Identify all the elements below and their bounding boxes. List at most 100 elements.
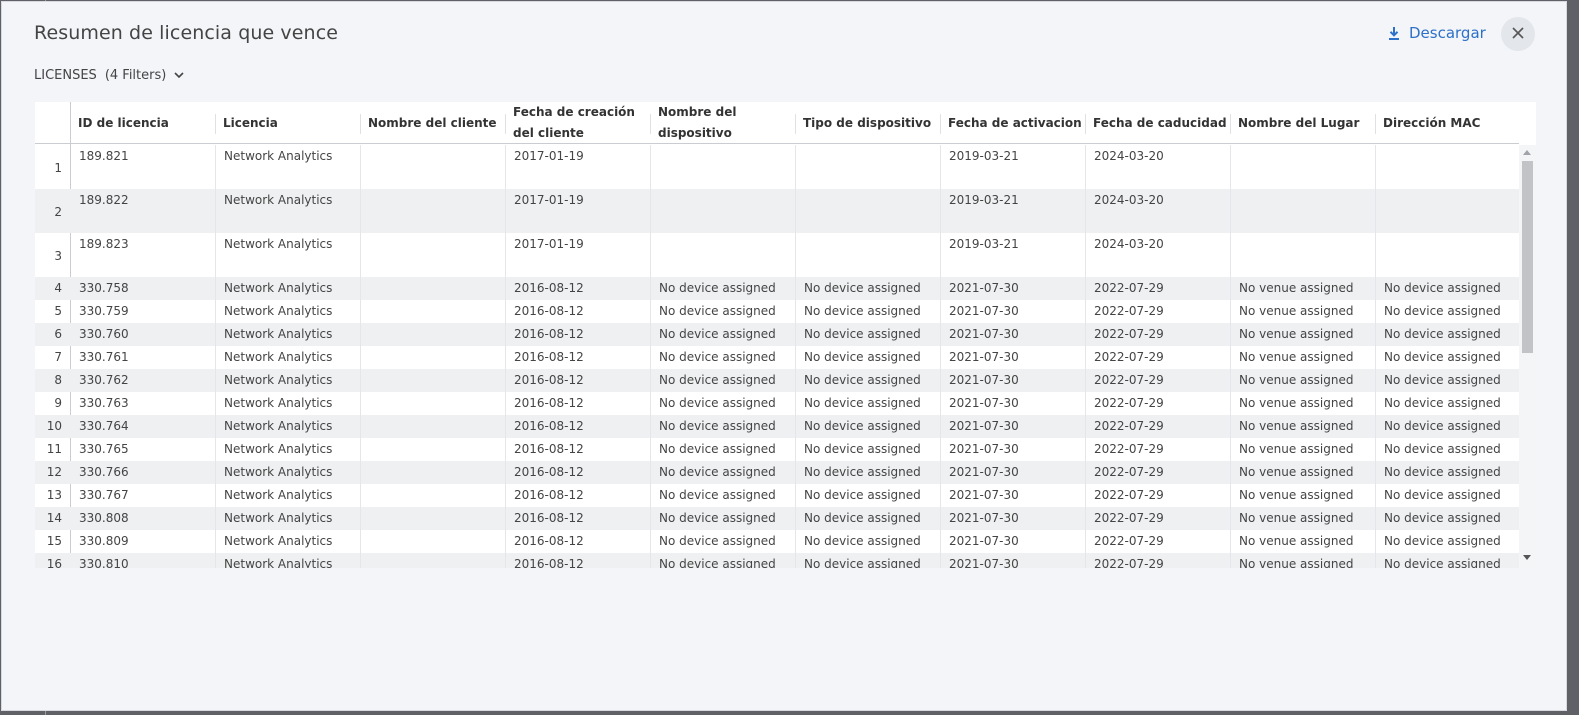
cell-license[interactable]: Network Analytics bbox=[215, 189, 360, 233]
cell-activation-date[interactable]: 2021-07-30 bbox=[940, 392, 1085, 415]
cell-license-id[interactable]: 330.761 bbox=[70, 346, 215, 369]
scroll-down-arrow-icon[interactable] bbox=[1523, 555, 1531, 560]
cell-expiry-date[interactable]: 2022-07-29 bbox=[1085, 392, 1230, 415]
table-row[interactable]: 5 330.759 Network Analytics 2016-08-12 No de… bbox=[35, 300, 1519, 323]
cell-device-name[interactable]: No device assigned bbox=[650, 530, 795, 553]
cell-license-id[interactable]: 330.763 bbox=[70, 392, 215, 415]
cell-mac-address[interactable]: No device assigned bbox=[1375, 438, 1520, 461]
cell-expiry-date[interactable]: 2022-07-29 bbox=[1085, 277, 1230, 300]
cell-venue-name[interactable]: No venue assigned bbox=[1230, 392, 1375, 415]
cell-license-id[interactable]: 330.810 bbox=[70, 553, 215, 568]
column-header-device-type[interactable]: Tipo de dispositivo bbox=[795, 102, 940, 144]
cell-activation-date[interactable]: 2021-07-30 bbox=[940, 553, 1085, 568]
cell-license-id[interactable]: 330.760 bbox=[70, 323, 215, 346]
table-row[interactable]: 8 330.762 Network Analytics 2016-08-12 No de… bbox=[35, 369, 1519, 392]
column-header-device-name[interactable]: Nombre del dispositivo bbox=[650, 102, 795, 144]
column-divider[interactable] bbox=[360, 114, 361, 134]
table-row[interactable]: 2 189.822 Network Analytics 2017-01-19 2019-… bbox=[35, 189, 1519, 233]
cell-license-id[interactable]: 330.767 bbox=[70, 484, 215, 507]
cell-venue-name[interactable]: No venue assigned bbox=[1230, 300, 1375, 323]
cell-device-name[interactable] bbox=[650, 189, 795, 233]
cell-venue-name[interactable]: No venue assigned bbox=[1230, 323, 1375, 346]
cell-device-type[interactable]: No device assigned bbox=[795, 530, 940, 553]
cell-expiry-date[interactable]: 2022-07-29 bbox=[1085, 415, 1230, 438]
cell-mac-address[interactable]: No device assigned bbox=[1375, 323, 1520, 346]
column-header-client-name[interactable]: Nombre del cliente bbox=[360, 102, 505, 144]
cell-activation-date[interactable]: 2021-07-30 bbox=[940, 323, 1085, 346]
cell-license[interactable]: Network Analytics bbox=[215, 346, 360, 369]
column-header-venue-name[interactable]: Nombre del Lugar bbox=[1230, 102, 1375, 144]
cell-device-type[interactable]: No device assigned bbox=[795, 277, 940, 300]
cell-client-created[interactable]: 2016-08-12 bbox=[505, 507, 650, 530]
cell-device-type[interactable]: No device assigned bbox=[795, 507, 940, 530]
column-header-mac-address[interactable]: Dirección MAC bbox=[1375, 102, 1520, 144]
cell-mac-address[interactable]: No device assigned bbox=[1375, 277, 1520, 300]
cell-client-created[interactable]: 2016-08-12 bbox=[505, 392, 650, 415]
cell-license-id[interactable]: 189.823 bbox=[70, 233, 215, 277]
cell-license-id[interactable]: 330.759 bbox=[70, 300, 215, 323]
cell-device-name[interactable]: No device assigned bbox=[650, 461, 795, 484]
cell-venue-name[interactable]: No venue assigned bbox=[1230, 507, 1375, 530]
cell-device-name[interactable]: No device assigned bbox=[650, 277, 795, 300]
cell-expiry-date[interactable]: 2024-03-20 bbox=[1085, 233, 1230, 277]
cell-mac-address[interactable]: No device assigned bbox=[1375, 530, 1520, 553]
column-divider[interactable] bbox=[1085, 114, 1086, 134]
cell-device-type[interactable]: No device assigned bbox=[795, 369, 940, 392]
cell-venue-name[interactable]: No venue assigned bbox=[1230, 346, 1375, 369]
cell-device-type[interactable]: No device assigned bbox=[795, 415, 940, 438]
cell-activation-date[interactable]: 2021-07-30 bbox=[940, 530, 1085, 553]
table-row[interactable]: 16 330.810 Network Analytics 2016-08-12 No d… bbox=[35, 553, 1519, 568]
cell-mac-address[interactable]: No device assigned bbox=[1375, 553, 1520, 568]
cell-client-name[interactable] bbox=[360, 233, 505, 277]
cell-client-created[interactable]: 2017-01-19 bbox=[505, 233, 650, 277]
cell-license[interactable]: Network Analytics bbox=[215, 300, 360, 323]
cell-client-name[interactable] bbox=[360, 438, 505, 461]
column-divider[interactable] bbox=[940, 114, 941, 134]
cell-mac-address[interactable] bbox=[1375, 145, 1520, 189]
table-row[interactable]: 12 330.766 Network Analytics 2016-08-12 No d… bbox=[35, 461, 1519, 484]
cell-license-id[interactable]: 189.822 bbox=[70, 189, 215, 233]
cell-client-name[interactable] bbox=[360, 189, 505, 233]
cell-license-id[interactable]: 330.809 bbox=[70, 530, 215, 553]
cell-client-created[interactable]: 2016-08-12 bbox=[505, 461, 650, 484]
table-row[interactable]: 10 330.764 Network Analytics 2016-08-12 No d… bbox=[35, 415, 1519, 438]
cell-expiry-date[interactable]: 2022-07-29 bbox=[1085, 369, 1230, 392]
cell-device-name[interactable]: No device assigned bbox=[650, 300, 795, 323]
column-divider[interactable] bbox=[215, 114, 216, 134]
cell-venue-name[interactable] bbox=[1230, 145, 1375, 189]
cell-license[interactable]: Network Analytics bbox=[215, 369, 360, 392]
cell-device-name[interactable]: No device assigned bbox=[650, 369, 795, 392]
cell-venue-name[interactable]: No venue assigned bbox=[1230, 461, 1375, 484]
cell-device-type[interactable]: No device assigned bbox=[795, 461, 940, 484]
table-row[interactable]: 6 330.760 Network Analytics 2016-08-12 No de… bbox=[35, 323, 1519, 346]
cell-device-type[interactable] bbox=[795, 233, 940, 277]
cell-expiry-date[interactable]: 2022-07-29 bbox=[1085, 507, 1230, 530]
table-row[interactable]: 3 189.823 Network Analytics 2017-01-19 2019-… bbox=[35, 233, 1519, 277]
cell-license[interactable]: Network Analytics bbox=[215, 484, 360, 507]
cell-expiry-date[interactable]: 2022-07-29 bbox=[1085, 530, 1230, 553]
cell-client-created[interactable]: 2017-01-19 bbox=[505, 145, 650, 189]
column-divider[interactable] bbox=[1230, 114, 1231, 134]
column-divider[interactable] bbox=[505, 114, 506, 134]
cell-activation-date[interactable]: 2021-07-30 bbox=[940, 438, 1085, 461]
cell-activation-date[interactable]: 2019-03-21 bbox=[940, 233, 1085, 277]
cell-client-created[interactable]: 2016-08-12 bbox=[505, 323, 650, 346]
cell-device-type[interactable]: No device assigned bbox=[795, 438, 940, 461]
cell-device-name[interactable] bbox=[650, 145, 795, 189]
cell-activation-date[interactable]: 2021-07-30 bbox=[940, 461, 1085, 484]
cell-license[interactable]: Network Analytics bbox=[215, 277, 360, 300]
table-row[interactable]: 15 330.809 Network Analytics 2016-08-12 No d… bbox=[35, 530, 1519, 553]
cell-client-created[interactable]: 2016-08-12 bbox=[505, 300, 650, 323]
cell-expiry-date[interactable]: 2022-07-29 bbox=[1085, 484, 1230, 507]
cell-mac-address[interactable]: No device assigned bbox=[1375, 484, 1520, 507]
cell-venue-name[interactable]: No venue assigned bbox=[1230, 415, 1375, 438]
cell-license[interactable]: Network Analytics bbox=[215, 553, 360, 568]
cell-license[interactable]: Network Analytics bbox=[215, 507, 360, 530]
cell-mac-address[interactable] bbox=[1375, 189, 1520, 233]
cell-venue-name[interactable] bbox=[1230, 189, 1375, 233]
column-header-expiry-date[interactable]: Fecha de caducidad bbox=[1085, 102, 1230, 144]
table-row[interactable]: 11 330.765 Network Analytics 2016-08-12 No d… bbox=[35, 438, 1519, 461]
cell-expiry-date[interactable]: 2022-07-29 bbox=[1085, 438, 1230, 461]
cell-activation-date[interactable]: 2021-07-30 bbox=[940, 277, 1085, 300]
cell-device-name[interactable] bbox=[650, 233, 795, 277]
